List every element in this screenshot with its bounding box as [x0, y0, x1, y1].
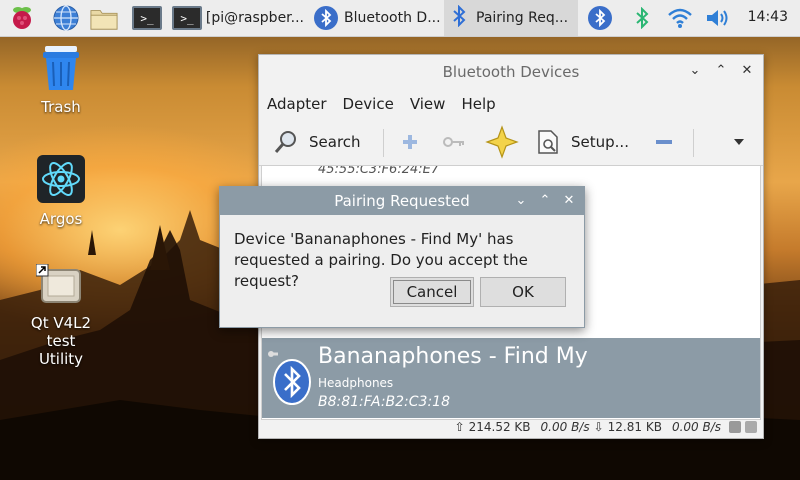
- file-manager-icon[interactable]: [90, 4, 118, 32]
- qt-v4l2-desktop-icon[interactable]: Qt V4L2 test Utility: [16, 263, 106, 368]
- browser-globe-icon[interactable]: [52, 4, 80, 32]
- status-rx-icon: [745, 421, 757, 433]
- menu-adapter[interactable]: Adapter: [267, 95, 327, 113]
- clock: 14:43: [747, 9, 788, 25]
- volume-icon[interactable]: [704, 4, 732, 32]
- search-button[interactable]: Search: [273, 119, 361, 165]
- bluetooth-status-icon[interactable]: [628, 4, 656, 32]
- argos-label: Argos: [39, 210, 83, 228]
- pairing-dialog: Pairing Requested ⌄ ⌃ ✕ Device 'Bananaph…: [219, 186, 585, 328]
- raspberry-menu-icon[interactable]: [8, 4, 36, 32]
- key-button[interactable]: [443, 119, 465, 165]
- upload-rate: 0.00 B/s: [540, 420, 590, 434]
- taskbar: >_ >_ [pi@raspber... Bluetooth D... Pair…: [0, 0, 800, 37]
- device-mac-partial: 45:55:C3:F6:24:E7: [318, 165, 440, 177]
- download-arrow-icon: ⇩: [593, 420, 604, 434]
- minus-icon: [656, 140, 672, 144]
- maximize-icon[interactable]: ⌃: [713, 63, 729, 78]
- argos-desktop-icon[interactable]: Argos: [16, 154, 106, 228]
- taskbar-pairing-requested[interactable]: Pairing Req...: [444, 0, 578, 36]
- trash-icon: [39, 44, 83, 92]
- chevron-down-icon: [734, 139, 744, 145]
- react-atom-icon: [36, 154, 86, 204]
- remove-button[interactable]: [655, 119, 673, 165]
- menubar: Adapter Device View Help: [259, 89, 763, 119]
- statusbar: ⇧ 214.52 KB 0.00 B/s ⇩ 12.81 KB 0.00 B/s: [259, 417, 763, 437]
- toolbar-overflow-button[interactable]: [733, 119, 745, 165]
- window-title: Bluetooth Devices: [442, 63, 580, 81]
- bluetooth-icon: [452, 4, 466, 31]
- trust-star-button[interactable]: [485, 119, 519, 165]
- bluetooth-device-icon: [268, 351, 311, 405]
- close-icon[interactable]: ✕: [739, 63, 755, 78]
- status-tx-icon: [729, 421, 741, 433]
- minimize-icon[interactable]: ⌄: [514, 193, 528, 208]
- device-type: Headphones: [318, 376, 394, 390]
- window-titlebar[interactable]: Bluetooth Devices ⌄ ⌃ ✕: [259, 55, 763, 89]
- pairing-tab-label: Pairing Req...: [476, 10, 569, 26]
- bluetooth-icon: [314, 6, 338, 30]
- terminal-launcher-icon[interactable]: >_: [130, 4, 164, 32]
- search-icon: [274, 131, 296, 153]
- toolbar-separator: [693, 129, 694, 157]
- plus-icon: [403, 135, 417, 149]
- setup-label: Setup...: [571, 133, 629, 151]
- download-rate: 0.00 B/s: [671, 420, 721, 434]
- terminal-icon: >_: [172, 6, 202, 30]
- taskbar-bluetooth-devices[interactable]: Bluetooth D...: [310, 0, 442, 36]
- bluetooth-tray-icon[interactable]: [586, 4, 614, 32]
- bluetooth-devices-tab-label: Bluetooth D...: [344, 10, 441, 26]
- upload-total: 214.52 KB: [468, 420, 531, 434]
- camera-app-icon: [35, 263, 86, 308]
- device-name: Bananaphones - Find My: [318, 344, 588, 369]
- key-icon: [443, 137, 464, 147]
- setup-button[interactable]: Setup...: [537, 119, 629, 165]
- device-mac: B8:81:FA:B2:C3:18: [318, 394, 450, 410]
- minimize-icon[interactable]: ⌄: [687, 63, 703, 78]
- search-label: Search: [309, 133, 361, 151]
- wifi-icon[interactable]: [666, 4, 694, 32]
- menu-view[interactable]: View: [410, 95, 446, 113]
- qt-label-line1: Qt V4L2 test: [30, 314, 92, 350]
- setup-document-icon: [538, 130, 558, 154]
- device-row-selected[interactable]: Bananaphones - Find My Headphones B8:81:…: [262, 338, 760, 418]
- cancel-button[interactable]: Cancel: [390, 277, 474, 307]
- trash-desktop-icon[interactable]: Trash: [16, 44, 106, 116]
- download-total: 12.81 KB: [607, 420, 662, 434]
- taskbar-terminal-window[interactable]: >_ [pi@raspber...: [172, 0, 304, 36]
- ok-button[interactable]: OK: [480, 277, 566, 307]
- add-button[interactable]: [401, 119, 419, 165]
- dialog-titlebar[interactable]: Pairing Requested ⌄ ⌃ ✕: [220, 187, 584, 215]
- toolbar-separator: [383, 129, 384, 157]
- qt-label-line2: Utility: [38, 350, 84, 368]
- toolbar: Search Setup...: [259, 119, 763, 166]
- maximize-icon[interactable]: ⌃: [538, 193, 552, 208]
- upload-arrow-icon: ⇧: [454, 420, 465, 434]
- menu-device[interactable]: Device: [343, 95, 394, 113]
- trash-label: Trash: [41, 98, 81, 116]
- dialog-title: Pairing Requested: [334, 192, 470, 210]
- menu-help[interactable]: Help: [461, 95, 495, 113]
- close-icon[interactable]: ✕: [562, 193, 576, 208]
- terminal-window-label: [pi@raspber...: [205, 10, 304, 26]
- star-icon: [485, 125, 519, 159]
